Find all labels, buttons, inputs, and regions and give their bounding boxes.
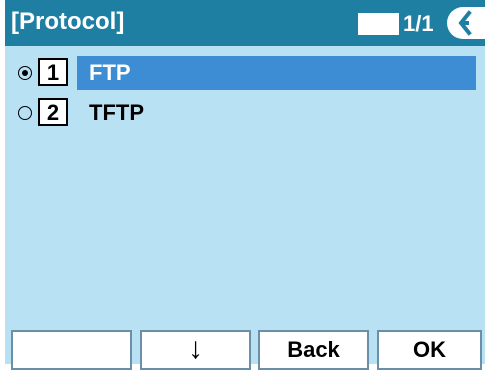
softkey-1[interactable] (11, 330, 132, 370)
option-number: 1 (38, 58, 68, 86)
option-label: FTP (89, 60, 131, 85)
phone-screen: [Protocol] 1/1 1 FTP 2 TFTP ↓ Back OK (5, 0, 485, 370)
page-indicator-box (358, 13, 399, 35)
softkey-ok[interactable]: OK (377, 330, 482, 370)
softkey-back[interactable]: Back (258, 330, 369, 370)
option-label: TFTP (89, 100, 144, 125)
selection-highlight (77, 56, 476, 90)
page-indicator: 1/1 (403, 11, 434, 36)
title-bar: [Protocol] 1/1 (5, 0, 485, 46)
radio-unselected-icon[interactable] (18, 106, 32, 120)
page-title: [Protocol] (11, 8, 125, 35)
softkey-down-arrow[interactable]: ↓ (140, 330, 251, 370)
radio-selected-icon[interactable] (18, 66, 32, 80)
option-tftp[interactable]: 2 TFTP (5, 96, 485, 130)
back-tab-icon[interactable] (447, 7, 485, 39)
option-number: 2 (38, 98, 68, 126)
option-ftp[interactable]: 1 FTP (5, 56, 485, 90)
